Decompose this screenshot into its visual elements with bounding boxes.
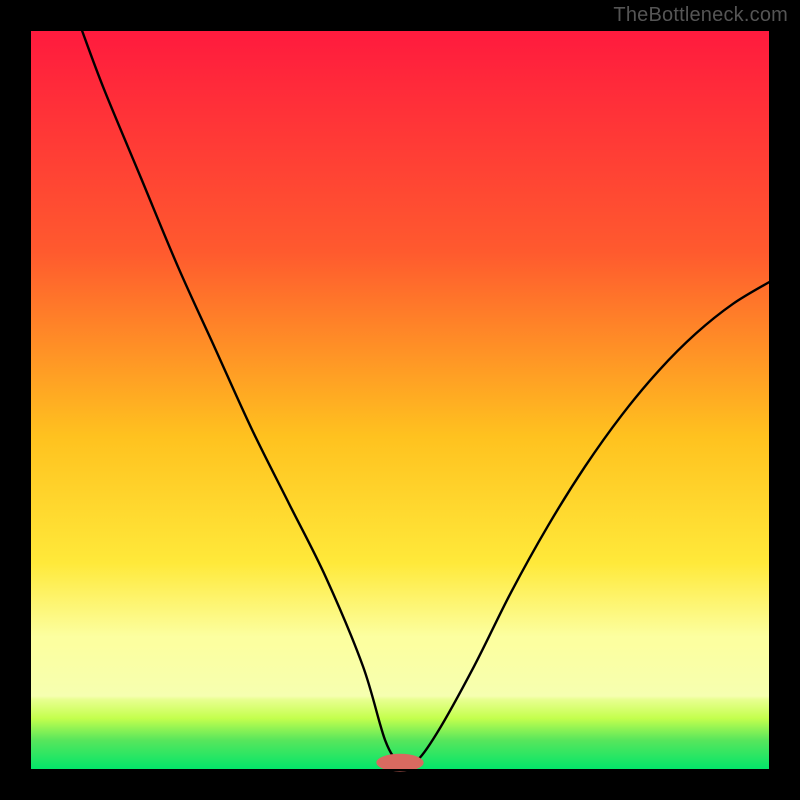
plot-background bbox=[30, 30, 770, 770]
optimal-marker bbox=[376, 754, 423, 772]
chart-container: TheBottleneck.com bbox=[0, 0, 800, 800]
bottleneck-chart bbox=[0, 0, 800, 800]
